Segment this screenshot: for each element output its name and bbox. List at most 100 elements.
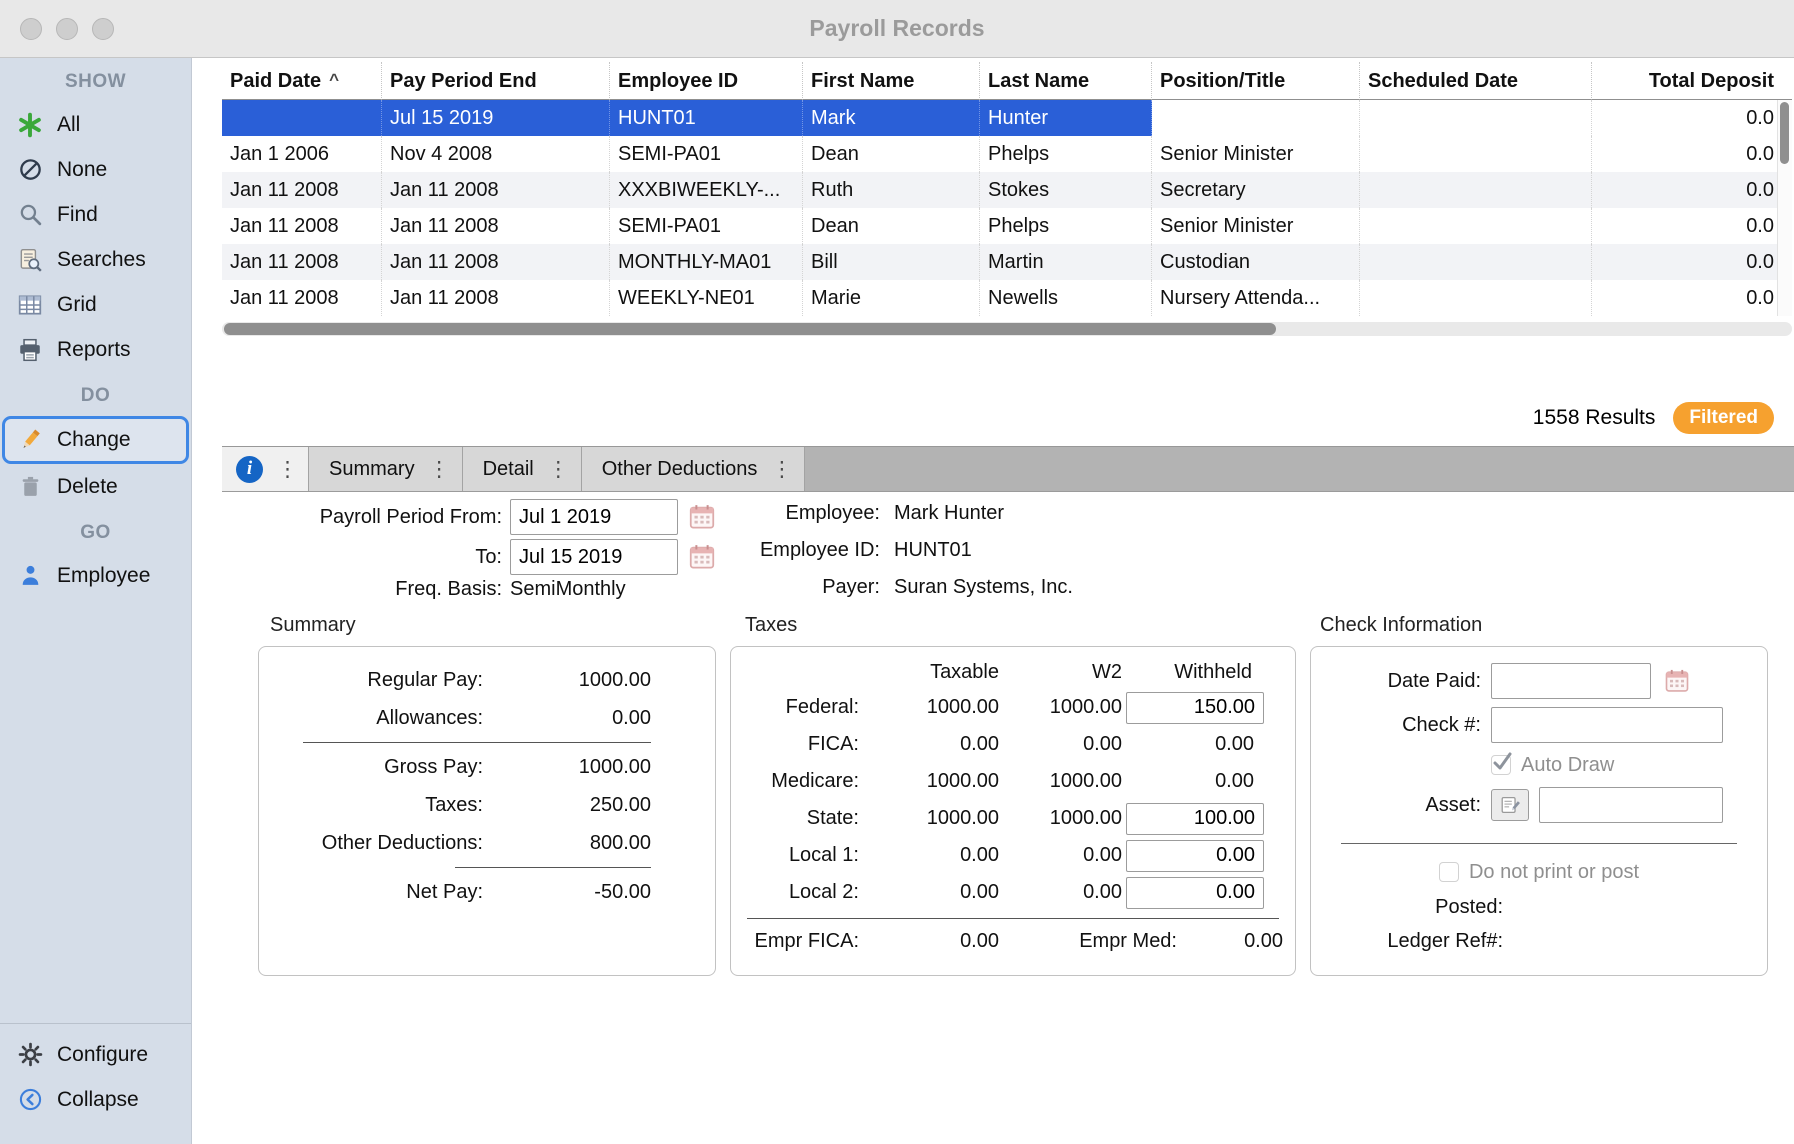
tab-other-deductions[interactable]: Other Deductions [582, 447, 806, 491]
state-w2: 1000.00 [999, 807, 1122, 830]
vertical-scrollbar-thumb[interactable] [1780, 102, 1789, 164]
sidebar-item-change[interactable]: Change [2, 416, 189, 464]
table-row[interactable]: Jan 1 2006 Nov 4 2008 SEMI-PA01 Dean Phe… [222, 136, 1792, 172]
table-row[interactable]: Jan 11 2008 Jan 11 2008 XXXBIWEEKLY-... … [222, 172, 1792, 208]
sidebar-item-searches[interactable]: Searches [0, 237, 191, 282]
tab-label: Detail [483, 458, 534, 481]
sidebar-item-employee[interactable]: Employee [0, 553, 191, 598]
filtered-badge[interactable]: Filtered [1673, 402, 1774, 434]
do-not-print-checkbox[interactable] [1439, 862, 1459, 882]
window-controls [20, 18, 114, 40]
taxes-box-title: Taxes [745, 614, 797, 637]
drag-handle-icon[interactable] [277, 459, 298, 480]
table-cell: Jan 11 2008 [222, 208, 382, 244]
fica-withheld: 0.00 [1122, 733, 1264, 756]
column-header-label: Scheduled Date [1368, 70, 1518, 92]
divider [747, 918, 1279, 919]
checkmark-icon [1490, 750, 1514, 780]
column-header-scheduled-date[interactable]: Scheduled Date [1360, 62, 1592, 100]
sidebar-item-configure[interactable]: Configure [0, 1032, 191, 1077]
drag-handle-icon[interactable] [771, 459, 792, 480]
local2-withheld-input[interactable] [1126, 877, 1264, 909]
column-header-total-deposit[interactable]: Total Deposit [1592, 62, 1792, 100]
employee-id-label: Employee ID: [700, 539, 880, 562]
table-row[interactable]: Jan 11 2008 Jan 11 2008 SEMI-PA01 Dean P… [222, 208, 1792, 244]
sidebar-item-label: Grid [57, 293, 97, 317]
table-cell: Ruth [803, 172, 980, 208]
table-row[interactable]: Jul 15 2019 HUNT01 Mark Hunter 0.0 [222, 100, 1792, 136]
sidebar-item-collapse[interactable]: Collapse [0, 1077, 191, 1122]
sidebar-item-grid[interactable]: Grid [0, 282, 191, 327]
divider [1341, 843, 1737, 844]
taxes-value: 250.00 [501, 794, 651, 817]
column-header-pay-period-end[interactable]: Pay Period End [382, 62, 610, 100]
asset-input[interactable] [1539, 787, 1723, 823]
period-from-label: Payroll Period From: [230, 506, 502, 529]
other-deductions-label: Other Deductions: [271, 832, 483, 855]
table-cell: 0.0 [1592, 244, 1792, 280]
table-row[interactable]: Jan 11 2008 Jan 11 2008 MONTHLY-MA01 Bil… [222, 244, 1792, 280]
sidebar-item-label: All [57, 113, 80, 137]
sidebar-item-all[interactable]: All [0, 102, 191, 147]
column-header-label: Employee ID [618, 70, 738, 92]
drag-handle-icon[interactable] [548, 459, 569, 480]
asset-lookup-button[interactable] [1491, 789, 1529, 821]
state-withheld-input[interactable] [1126, 803, 1264, 835]
column-header-label: Pay Period End [390, 70, 537, 92]
column-header-employee-id[interactable]: Employee ID [610, 62, 803, 100]
local1-withheld-input[interactable] [1126, 840, 1264, 872]
freq-basis-label: Freq. Basis: [230, 578, 502, 601]
summary-box-title: Summary [270, 614, 356, 637]
taxes-label: Taxes: [271, 794, 483, 817]
table-cell [1152, 100, 1360, 136]
table-cell: MONTHLY-MA01 [610, 244, 803, 280]
sidebar-item-find[interactable]: Find [0, 192, 191, 237]
check-number-label: Check #: [1311, 714, 1481, 737]
tab-detail[interactable]: Detail [463, 447, 582, 491]
horizontal-scrollbar[interactable] [222, 322, 1792, 336]
table-cell: Senior Minister [1152, 136, 1360, 172]
column-header-paid-date[interactable]: Paid Date^ [222, 62, 382, 100]
local2-label: Local 2: [741, 881, 859, 904]
drag-handle-icon[interactable] [429, 459, 450, 480]
column-header-last-name[interactable]: Last Name [980, 62, 1152, 100]
sidebar-item-label: Searches [57, 248, 146, 272]
sidebar-item-label: Reports [57, 338, 131, 362]
minimize-window-button[interactable] [56, 18, 78, 40]
content-pane: Paid Date^ Pay Period End Employee ID Fi… [192, 58, 1794, 1144]
taxable-column-header: Taxable [859, 661, 999, 684]
vertical-scrollbar[interactable] [1777, 100, 1792, 316]
person-icon [16, 562, 44, 590]
info-button[interactable]: i [222, 447, 309, 491]
close-window-button[interactable] [20, 18, 42, 40]
period-from-input[interactable] [510, 499, 678, 535]
sidebar-item-none[interactable]: None [0, 147, 191, 192]
check-number-input[interactable] [1491, 707, 1723, 743]
table-row[interactable]: Jan 11 2008 Jan 11 2008 WEEKLY-NE01 Mari… [222, 280, 1792, 316]
date-paid-date-picker-button[interactable] [1661, 665, 1693, 697]
no-entry-icon [16, 156, 44, 184]
federal-withheld-input[interactable] [1126, 692, 1264, 724]
empr-fica-value: 0.00 [859, 930, 999, 953]
tab-label: Summary [329, 458, 415, 481]
sidebar-item-delete[interactable]: Delete [0, 464, 191, 509]
sidebar-item-reports[interactable]: Reports [0, 327, 191, 372]
auto-draw-checkbox[interactable] [1491, 755, 1511, 775]
horizontal-scrollbar-thumb[interactable] [224, 323, 1276, 335]
federal-taxable: 1000.00 [859, 696, 999, 719]
period-to-input[interactable] [510, 539, 678, 575]
date-paid-input[interactable] [1491, 663, 1651, 699]
tab-summary[interactable]: Summary [309, 447, 463, 491]
empr-med-label: Empr Med: [999, 930, 1177, 953]
local2-w2: 0.00 [999, 881, 1122, 904]
table-cell: Dean [803, 136, 980, 172]
allowances-label: Allowances: [271, 707, 483, 730]
pencil-icon [16, 426, 44, 454]
ledger-ref-label: Ledger Ref#: [1311, 930, 1503, 953]
table-cell: Jan 11 2008 [382, 208, 610, 244]
table-cell: Bill [803, 244, 980, 280]
zoom-window-button[interactable] [92, 18, 114, 40]
column-header-position-title[interactable]: Position/Title [1152, 62, 1360, 100]
other-deductions-value: 800.00 [501, 832, 651, 855]
column-header-first-name[interactable]: First Name [803, 62, 980, 100]
